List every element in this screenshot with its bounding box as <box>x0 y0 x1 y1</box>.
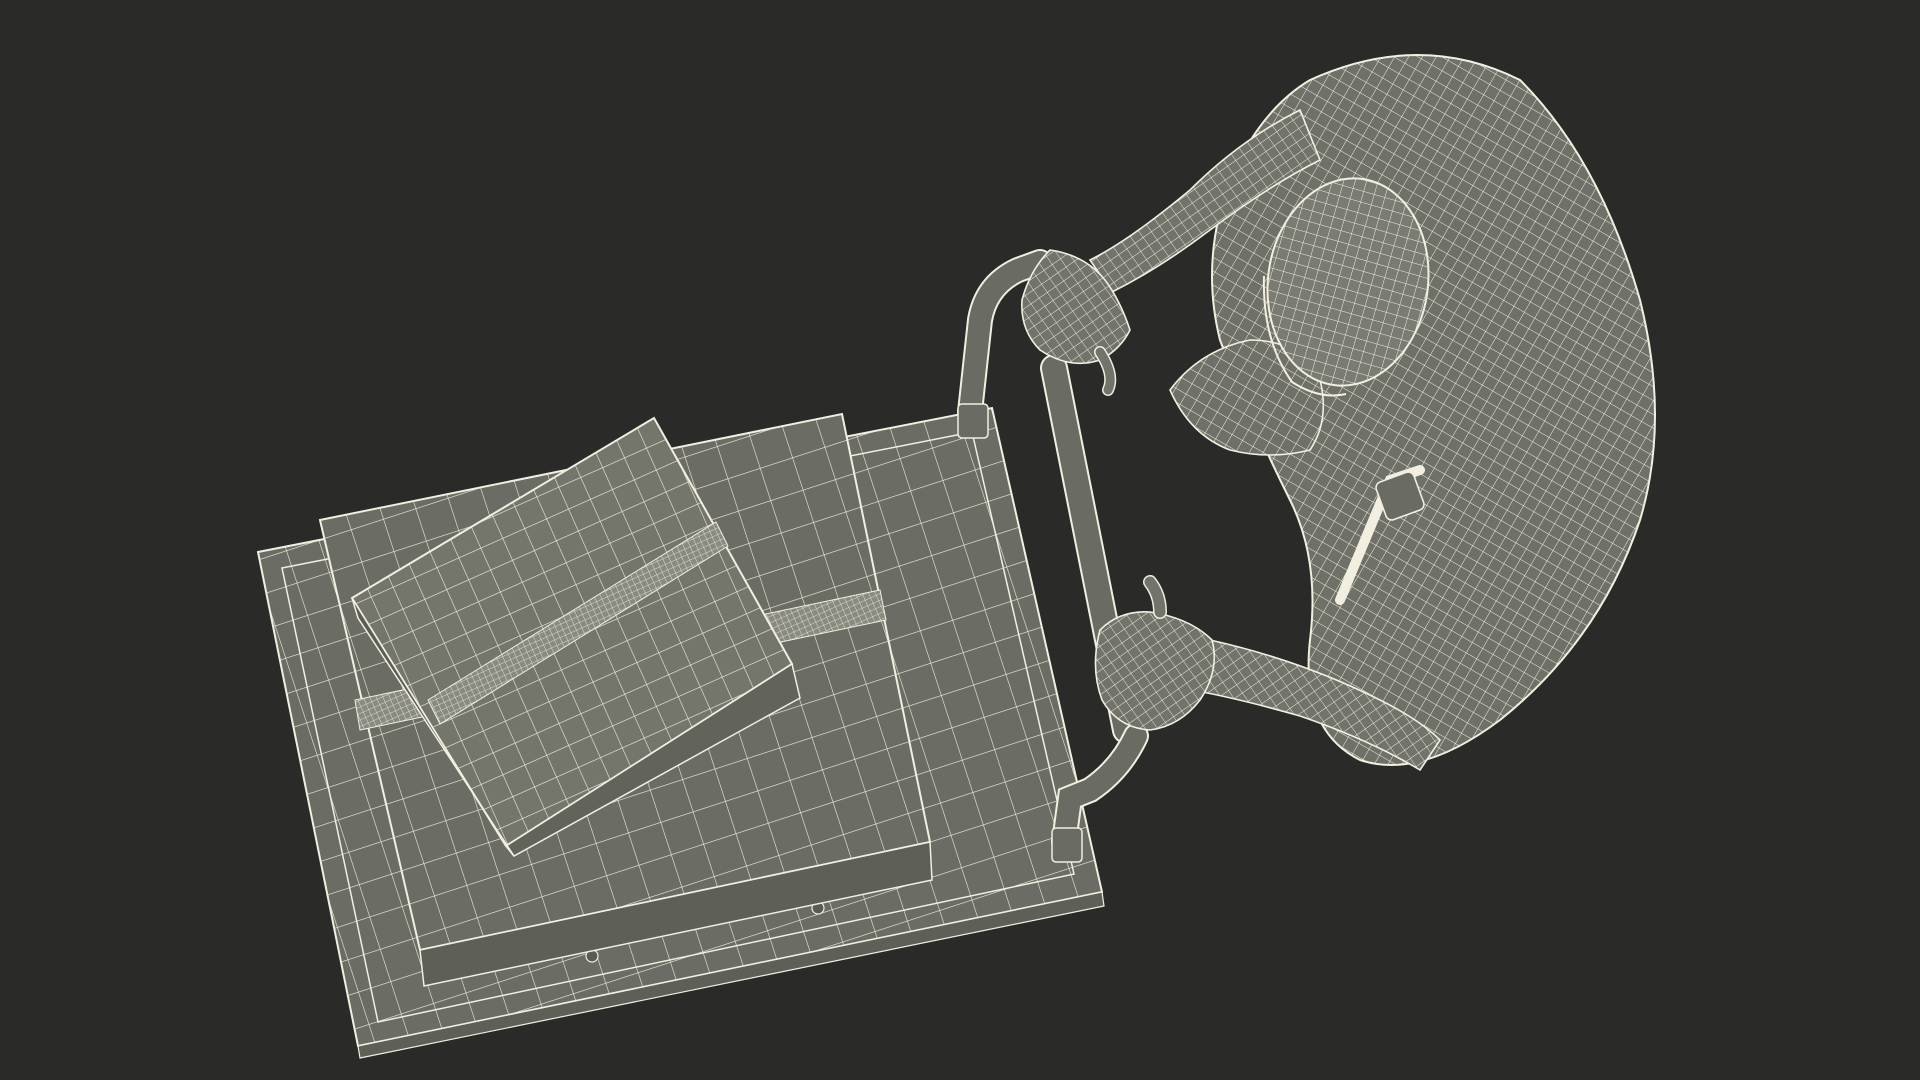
handle-collar <box>1051 827 1083 863</box>
handle-collar <box>957 403 989 439</box>
render-viewport <box>0 0 1920 1080</box>
worker-hand-lower <box>1094 611 1216 731</box>
wireframe-scene <box>256 54 1656 1059</box>
worker-figure <box>1021 54 1656 772</box>
